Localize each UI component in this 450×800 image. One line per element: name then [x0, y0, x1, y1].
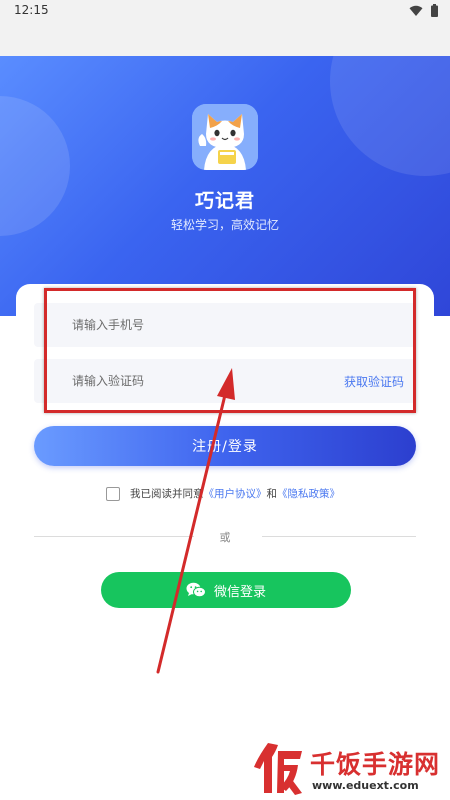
wechat-login-label: 微信登录: [213, 584, 266, 600]
agreement-and: 和: [266, 488, 278, 500]
divider: [262, 536, 416, 537]
wechat-login-button[interactable]: 微信登录: [101, 572, 351, 608]
app-name: 巧记君: [194, 190, 255, 212]
status-icons: [409, 4, 438, 17]
phone-input[interactable]: [34, 303, 294, 347]
or-label: 或: [219, 531, 231, 544]
cat-mascot-icon: [192, 104, 258, 170]
decorative-circle: [330, 56, 450, 176]
site-watermark: 千饭手游网 www.eduext.com: [250, 735, 450, 799]
watermark-brand: 千饭手游网: [310, 750, 441, 779]
top-bar: [0, 24, 450, 56]
verification-code-input[interactable]: [34, 359, 294, 403]
decorative-circle: [0, 96, 70, 236]
battery-icon: [431, 4, 438, 17]
app-slogan: 轻松学习，高效记忆: [170, 218, 279, 232]
agreement-row: 我已阅读并同意 《用户协议》 和 《隐私政策》: [106, 486, 340, 501]
get-code-button[interactable]: 获取验证码: [344, 373, 404, 390]
watermark-logo-icon: [254, 743, 302, 795]
phone-input-row: [34, 303, 416, 347]
agreement-prefix: 我已阅读并同意: [130, 488, 204, 500]
app-logo: [192, 104, 258, 170]
user-agreement-link[interactable]: 《用户协议》: [204, 486, 267, 501]
wechat-icon: [186, 582, 206, 598]
register-login-button[interactable]: 注册/登录: [34, 426, 416, 466]
agreement-checkbox[interactable]: [106, 486, 120, 501]
wifi-icon: [409, 5, 423, 16]
status-time: 12:15: [14, 3, 49, 17]
status-bar: 12:15: [0, 0, 450, 24]
privacy-policy-link[interactable]: 《隐私政策》: [277, 486, 340, 501]
watermark-url: www.eduext.com: [312, 779, 419, 792]
hero-header: 巧记君 轻松学习，高效记忆: [0, 56, 450, 316]
code-input-row: 获取验证码: [34, 359, 416, 403]
